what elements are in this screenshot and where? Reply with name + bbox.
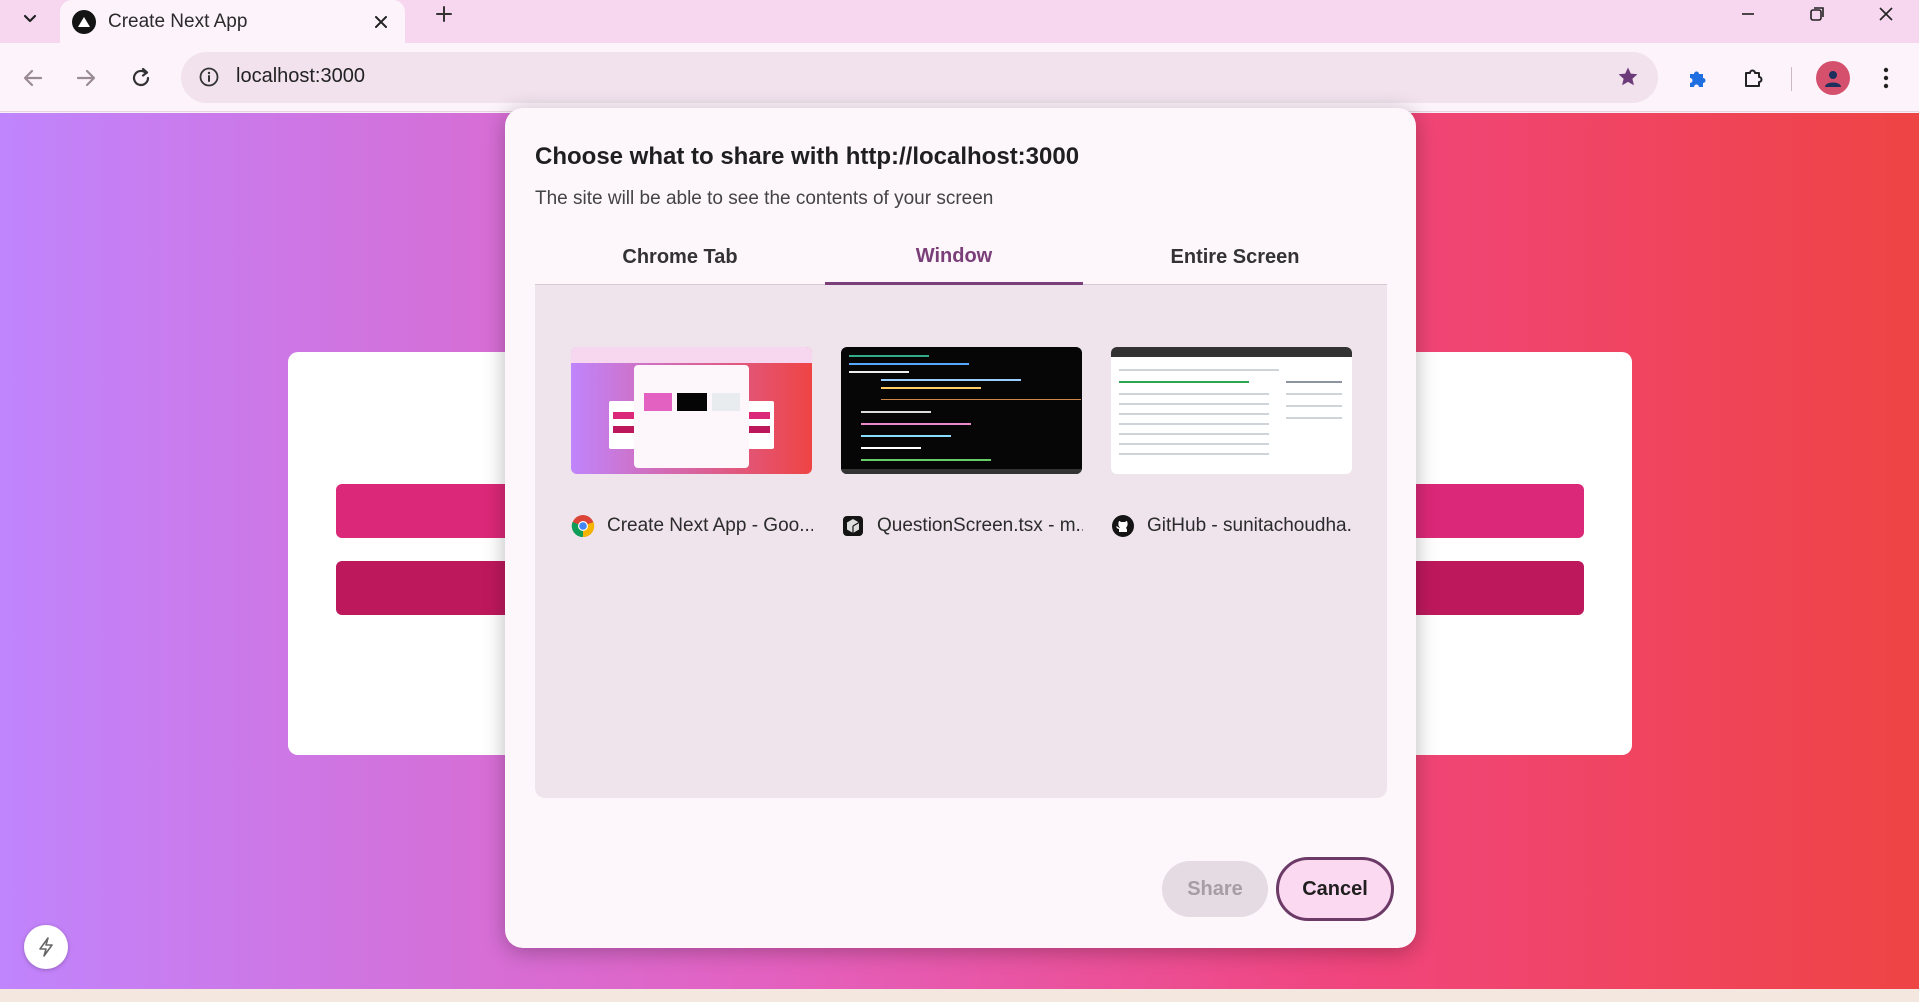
url-text: localhost:3000 [236,65,365,87]
profile-avatar[interactable] [1816,61,1850,95]
window-label: Create Next App - Goo... [607,515,813,536]
avatar-icon [1825,71,1841,87]
browser-toolbar: localhost:3000 [0,43,1919,112]
restore-icon [1810,7,1824,21]
share-button[interactable]: Share [1162,861,1268,917]
nextjs-dev-indicator[interactable] [24,925,68,969]
window-thumbnail [841,347,1082,474]
github-icon [1111,514,1135,538]
window-option[interactable]: Create Next App - Goo... [571,347,813,538]
window-option[interactable]: QuestionScreen.tsx - m... [841,347,1083,538]
window-label: GitHub - sunitachoudha... [1147,515,1353,536]
restore-button[interactable] [1789,0,1845,28]
dialog-subtitle: The site will be able to see the content… [535,188,994,209]
minimize-icon [1742,13,1754,15]
reload-icon [132,67,150,87]
forward-button[interactable] [68,60,104,96]
bottom-strip [0,989,1919,1002]
address-bar[interactable]: localhost:3000 [181,52,1658,103]
tab-window[interactable]: Window [825,230,1083,285]
dialog-title: Choose what to share with http://localho… [535,143,1080,170]
back-button[interactable] [15,60,51,96]
extension-button[interactable] [1677,58,1717,98]
browser-tab[interactable]: Create Next App [60,0,405,43]
tab-title: Create Next App [108,10,248,32]
chevron-down-icon [23,14,37,23]
window-thumbnail [1111,347,1352,474]
window-label: QuestionScreen.tsx - m... [877,515,1083,536]
reload-button[interactable] [123,60,159,96]
cursor-icon [841,514,865,538]
bookmark-button[interactable] [1612,61,1644,93]
lightning-icon [39,937,53,957]
more-vertical-icon [1883,67,1889,89]
plus-icon [436,6,452,22]
chrome-icon [571,514,595,538]
menu-button[interactable] [1866,58,1906,98]
window-list-panel: Create Next App - Goo... QuestionScreen.… [535,285,1387,798]
tab-close-button[interactable] [367,8,395,36]
new-tab-button[interactable] [424,0,464,28]
minimize-button[interactable] [1720,0,1776,28]
info-icon [199,67,219,87]
extensions-icon [1745,69,1763,87]
nextjs-icon [72,9,96,34]
tab-search-button[interactable] [10,2,50,34]
arrow-right-icon [76,69,96,87]
tab-chrome-tab[interactable]: Chrome Tab [535,230,825,285]
star-icon [1618,67,1638,86]
tab-entire-screen[interactable]: Entire Screen [1083,230,1387,285]
toolbar-divider [1791,67,1792,91]
arrow-left-icon [23,69,43,87]
close-window-button[interactable] [1858,0,1914,28]
close-icon [375,15,387,28]
puzzle-icon [1690,71,1706,87]
window-option[interactable]: GitHub - sunitachoudha... [1111,347,1353,538]
site-info-button[interactable] [191,59,227,95]
extensions-menu-button[interactable] [1734,58,1774,98]
share-picker-dialog: Choose what to share with http://localho… [505,108,1416,948]
cancel-button[interactable]: Cancel [1276,857,1394,921]
close-icon [1879,7,1893,21]
window-thumbnail [571,347,812,474]
share-tabs: Chrome Tab Window Entire Screen [535,230,1387,285]
tab-strip: Create Next App [0,0,1919,43]
